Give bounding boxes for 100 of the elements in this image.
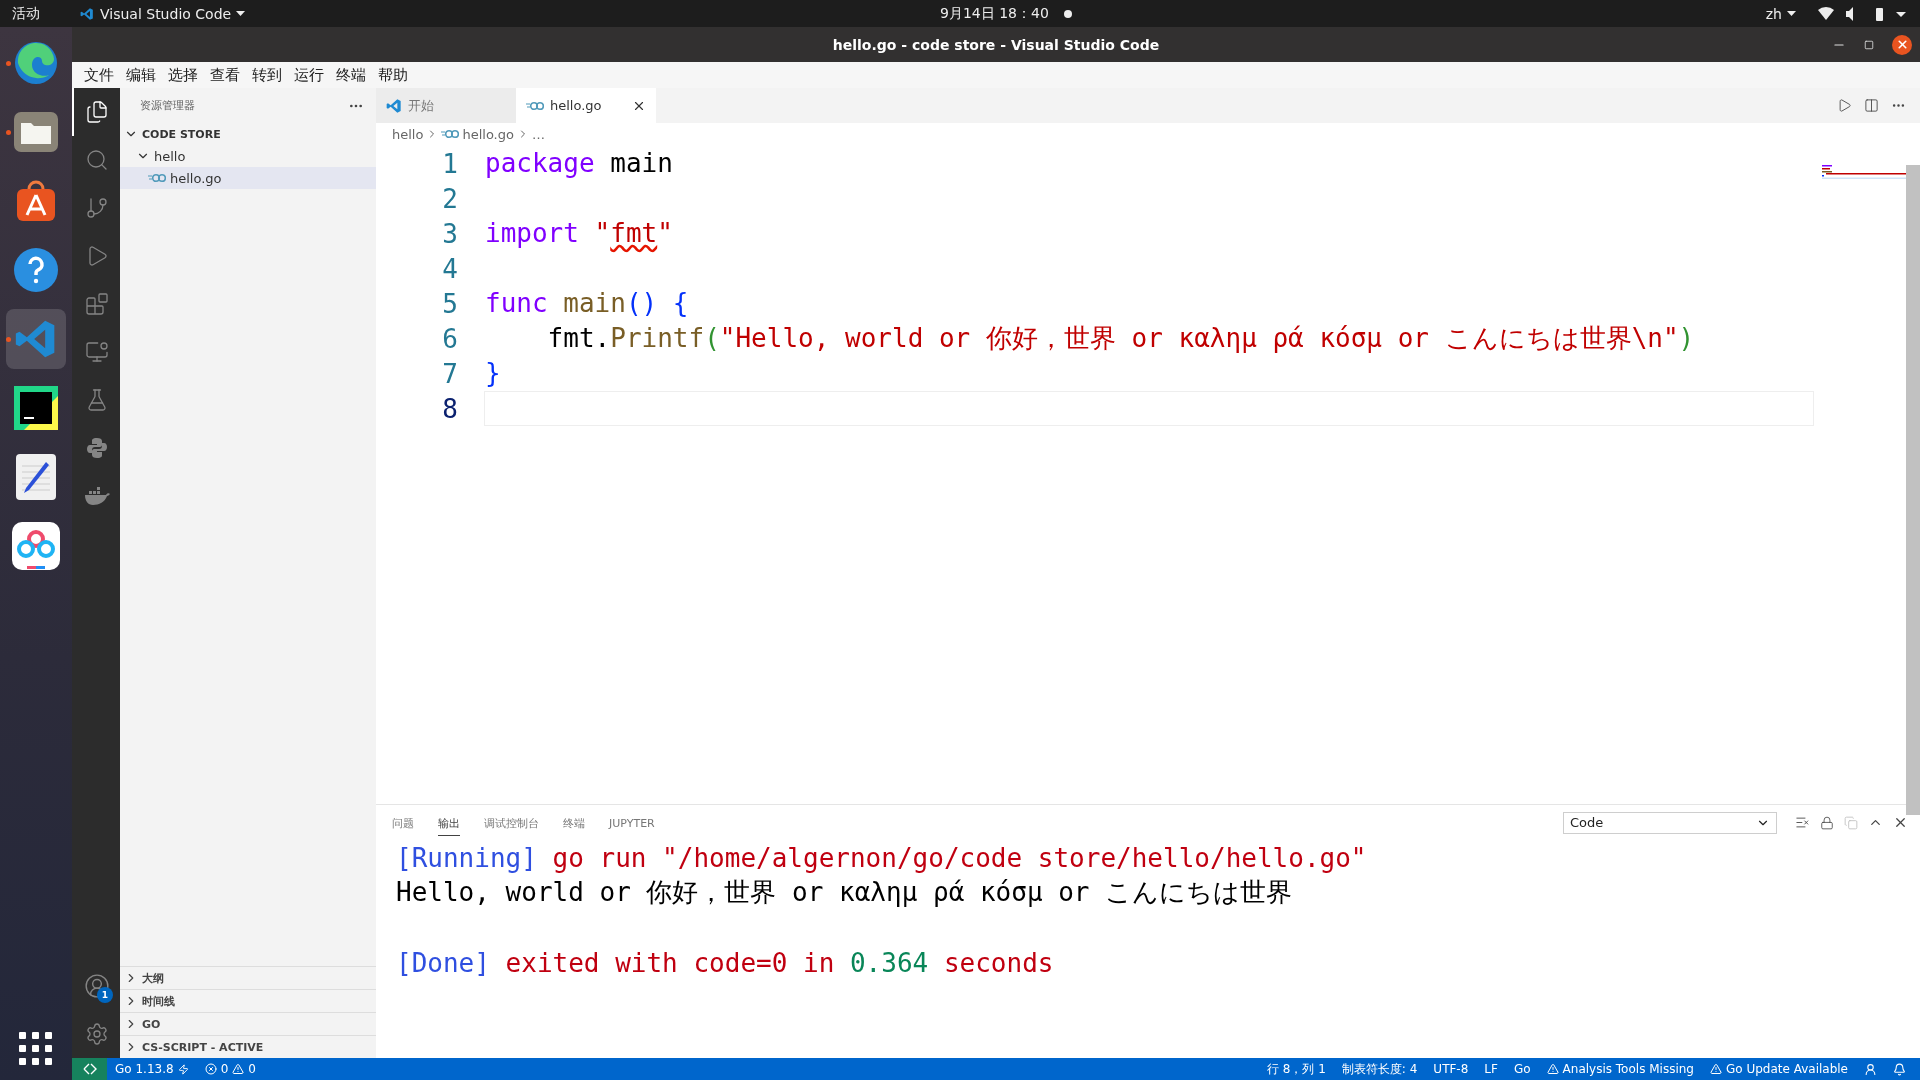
clock[interactable]: 9月14日 18：40 — [940, 4, 1049, 23]
monitor-icon — [85, 340, 109, 364]
lock-icon[interactable] — [1820, 815, 1834, 830]
flask-icon — [85, 388, 109, 412]
code-line: package main — [484, 147, 674, 180]
help-icon — [13, 247, 59, 293]
wave-logo-icon — [12, 39, 60, 87]
restore-icon[interactable] — [1864, 39, 1874, 50]
output-line: Hello, world or 你好，世界 or καλημ ρά κόσμ or こんにちは世界 — [396, 876, 1293, 909]
minimap-drawing[interactable] — [1822, 165, 1906, 181]
status-warning[interactable]: Go Update Available — [1701, 1062, 1856, 1076]
warning-icon — [1546, 1063, 1559, 1075]
panel-tab[interactable]: 问题 — [392, 809, 414, 836]
sidebar-section[interactable]: 时间线 — [120, 989, 376, 1012]
code-line: func main() { — [484, 287, 690, 320]
app-grid-icon[interactable] — [19, 1032, 53, 1066]
running-dot — [6, 337, 11, 342]
panel-tab[interactable]: JUPYTER — [609, 810, 655, 835]
vscode-logo-icon — [386, 97, 402, 114]
bell-icon — [1893, 1062, 1906, 1076]
person-icon — [1864, 1062, 1877, 1076]
panel-tab[interactable]: 输出 — [438, 809, 460, 836]
tree-item[interactable]: hello — [120, 145, 376, 167]
menu-item[interactable]: 运行 — [288, 65, 330, 85]
go-file-icon — [441, 129, 460, 139]
running-dot — [6, 61, 11, 66]
status-item[interactable]: 制表符长度: 4 — [1333, 1060, 1426, 1078]
line-number: 7 — [441, 358, 458, 389]
error-icon — [204, 1063, 217, 1075]
menu-item[interactable]: 转到 — [246, 65, 288, 85]
output-line: [Done] exited with code=0 in 0.364 seconds — [396, 947, 1054, 978]
close-icon[interactable] — [1893, 815, 1908, 830]
split-editor-icon[interactable] — [1864, 98, 1879, 113]
sidebar-title: 资源管理器 — [140, 98, 195, 113]
breadcrumb-item[interactable]: hello — [392, 126, 424, 142]
code-line: import "fmt" — [484, 217, 674, 250]
code-line: } — [484, 357, 502, 390]
menu-item[interactable]: 查看 — [204, 65, 246, 85]
clear-output-icon[interactable] — [1795, 815, 1810, 830]
code-line: fmt.Printf("Hello, world or 你好，世界 or καλημ ρά κόσμ or こんにちは世界\n") — [546, 322, 1696, 355]
pencil-document-icon — [16, 454, 56, 500]
settings-icon — [85, 1022, 109, 1046]
menu-item[interactable]: 文件 — [78, 65, 120, 85]
extensions-icon — [85, 292, 109, 316]
editor-tab[interactable]: hello.go — [516, 88, 656, 123]
go-version-status[interactable]: Go 1.13.8 — [107, 1062, 197, 1076]
branch-icon — [85, 196, 109, 220]
lightning-icon — [177, 1063, 189, 1075]
remote-icon — [82, 1063, 97, 1075]
run-icon[interactable] — [1837, 98, 1852, 113]
app-menu[interactable]: Visual Studio Code — [100, 5, 232, 22]
caret-icon — [236, 11, 246, 16]
shopping-bag-icon — [14, 179, 58, 223]
caret-icon — [1787, 11, 1796, 16]
account-icon — [84, 973, 110, 999]
output-line: [Running] go run "/home/algernon/go/code store/hello/hello.go" — [396, 842, 1367, 873]
sidebar-section[interactable]: 大纲 — [120, 966, 376, 989]
editor-tab[interactable]: 开始 — [376, 88, 516, 123]
pycharm-logo-icon — [14, 386, 58, 430]
menu-item[interactable]: 选择 — [162, 65, 204, 85]
menu-item[interactable]: 帮助 — [372, 65, 414, 85]
status-item[interactable]: UTF-8 — [1425, 1062, 1477, 1076]
output-channel-select[interactable]: Code — [1563, 811, 1777, 834]
close-button[interactable] — [1892, 34, 1912, 55]
input-method-menu[interactable]: zh — [1765, 5, 1782, 22]
cloud-logo-icon — [12, 522, 60, 570]
line-number: 5 — [441, 288, 458, 319]
line-number: 8 — [441, 393, 458, 424]
breadcrumb-item[interactable]: … — [531, 126, 545, 142]
notification-dot-icon — [1064, 9, 1072, 18]
go-file-icon — [526, 100, 544, 111]
panel-tab[interactable]: 终端 — [563, 809, 585, 836]
panel-tab[interactable]: 调试控制台 — [484, 809, 539, 836]
notification-badge: 1 — [97, 987, 113, 1003]
status-item[interactable]: LF — [1476, 1062, 1506, 1076]
remote-button[interactable] — [72, 1058, 107, 1080]
system-status-icons[interactable] — [1818, 5, 1908, 22]
vscode-logo-icon — [80, 6, 94, 21]
line-number: 2 — [441, 183, 458, 214]
scrollbar[interactable] — [1906, 165, 1920, 815]
status-warning[interactable]: Analysis Tools Missing — [1538, 1062, 1702, 1076]
go-file-icon — [148, 173, 166, 183]
breadcrumb-item[interactable]: hello.go — [462, 126, 514, 142]
line-number: 4 — [441, 253, 458, 284]
problems-status[interactable]: 0 0 — [196, 1062, 264, 1076]
activities-button[interactable]: 活动 — [12, 4, 40, 23]
menu-item[interactable]: 终端 — [330, 65, 372, 85]
tree-item[interactable]: hello.go — [120, 167, 376, 189]
python-logo-icon — [85, 436, 109, 460]
account-button[interactable]: 1 — [72, 962, 120, 1010]
whale-icon — [84, 486, 110, 506]
warning-icon — [232, 1063, 245, 1075]
tree-item[interactable]: CODE STORE — [120, 123, 376, 145]
status-item[interactable]: Go — [1505, 1062, 1539, 1076]
window-title: hello.go - code store - Visual Studio Code — [832, 36, 1160, 53]
status-item[interactable]: 行 8，列 1 — [1258, 1060, 1334, 1078]
line-number: 6 — [441, 323, 458, 354]
line-number: 3 — [441, 218, 458, 249]
sidebar-section[interactable]: GO — [120, 1012, 376, 1035]
menu-item[interactable]: 编辑 — [120, 65, 162, 85]
